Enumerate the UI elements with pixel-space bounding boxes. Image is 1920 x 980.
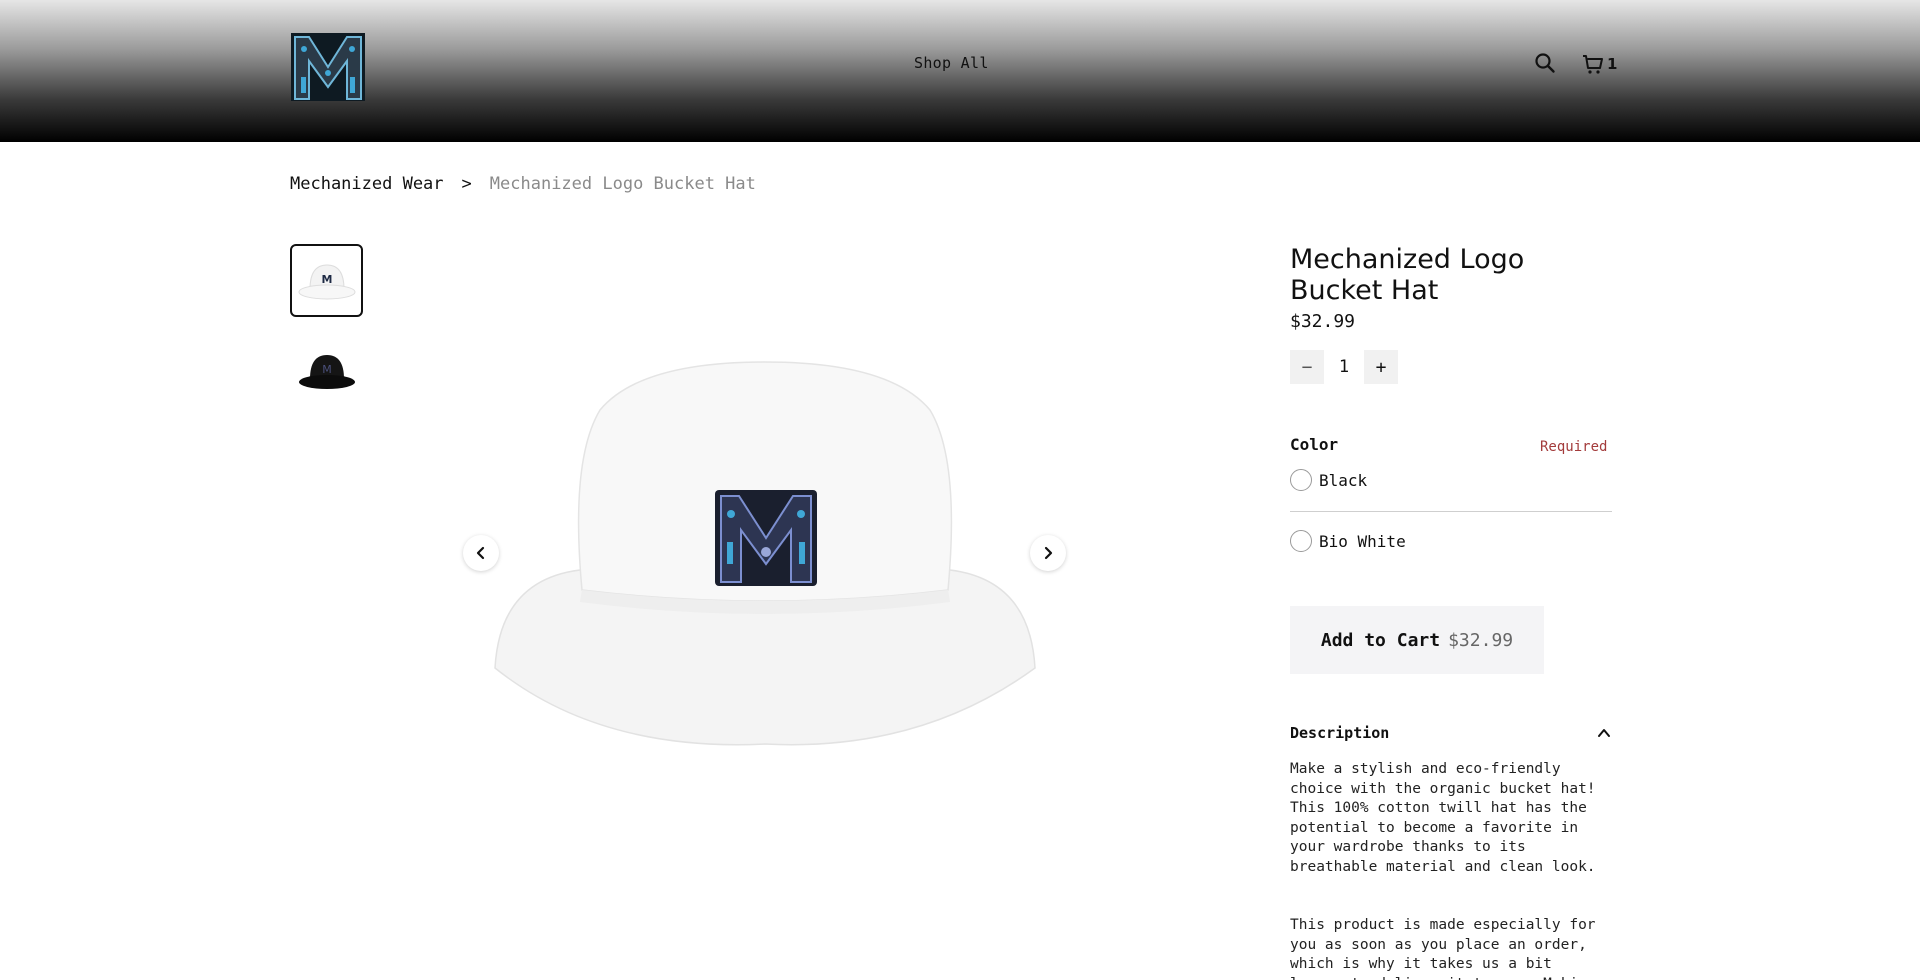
description-label: Description xyxy=(1290,724,1390,742)
add-to-cart-price: $32.99 xyxy=(1448,629,1514,651)
radio-black[interactable] xyxy=(1290,469,1312,491)
color-option-black[interactable]: Black xyxy=(1290,469,1367,491)
product-title: Mechanized Logo Bucket Hat xyxy=(1290,244,1525,306)
add-to-cart-label: Add to Cart xyxy=(1320,629,1441,651)
option-divider xyxy=(1290,511,1612,512)
svg-text:M: M xyxy=(321,273,332,286)
description-paragraph-1: Make a stylish and eco-friendly choice w… xyxy=(1290,761,1596,875)
breadcrumb: Mechanized Wear > Mechanized Logo Bucket… xyxy=(290,174,756,194)
chevron-right-icon xyxy=(1044,546,1053,560)
thumbnail-black-hat[interactable]: M xyxy=(290,334,363,407)
description-paragraph-2: This product is made especially for you … xyxy=(1290,917,1596,980)
color-option-label: Bio White xyxy=(1319,531,1406,551)
cart-count: 1 xyxy=(1607,55,1618,73)
quantity-stepper: − 1 + xyxy=(1290,350,1398,384)
cart-icon xyxy=(1583,55,1603,74)
nav-shop-all[interactable]: Shop All xyxy=(914,54,989,72)
required-label: Required xyxy=(1540,439,1608,455)
breadcrumb-parent[interactable]: Mechanized Wear xyxy=(290,174,444,194)
site-logo[interactable] xyxy=(287,27,369,105)
breadcrumb-current: Mechanized Logo Bucket Hat xyxy=(489,174,756,194)
color-label: Color xyxy=(1290,435,1339,454)
quantity-increase-button[interactable]: + xyxy=(1364,350,1398,384)
chevron-up-icon xyxy=(1598,729,1610,737)
white-hat-thumbnail-image: M xyxy=(298,263,355,299)
site-header: Shop All 1 xyxy=(0,0,1920,142)
chevron-left-icon xyxy=(476,546,485,560)
search-icon[interactable] xyxy=(1534,52,1556,74)
main-product-image xyxy=(490,350,1040,750)
black-hat-thumbnail-image: M xyxy=(298,354,355,389)
product-price: $32.99 xyxy=(1290,311,1356,332)
quantity-value[interactable]: 1 xyxy=(1324,357,1364,377)
previous-image-button[interactable] xyxy=(463,535,499,571)
quantity-decrease-button[interactable]: − xyxy=(1290,350,1324,384)
add-to-cart-button[interactable]: Add to Cart $32.99 xyxy=(1290,606,1544,674)
radio-bio-white[interactable] xyxy=(1290,530,1312,552)
cart-button[interactable]: 1 xyxy=(1582,52,1617,76)
thumbnail-white-hat[interactable]: M xyxy=(290,244,363,317)
next-image-button[interactable] xyxy=(1030,535,1066,571)
breadcrumb-separator: > xyxy=(461,174,472,194)
color-option-bio-white[interactable]: Bio White xyxy=(1290,530,1406,552)
svg-text:M: M xyxy=(322,363,332,376)
description-toggle[interactable]: Description xyxy=(1290,724,1612,742)
color-option-label: Black xyxy=(1319,470,1368,490)
logo-m-icon xyxy=(291,33,365,101)
